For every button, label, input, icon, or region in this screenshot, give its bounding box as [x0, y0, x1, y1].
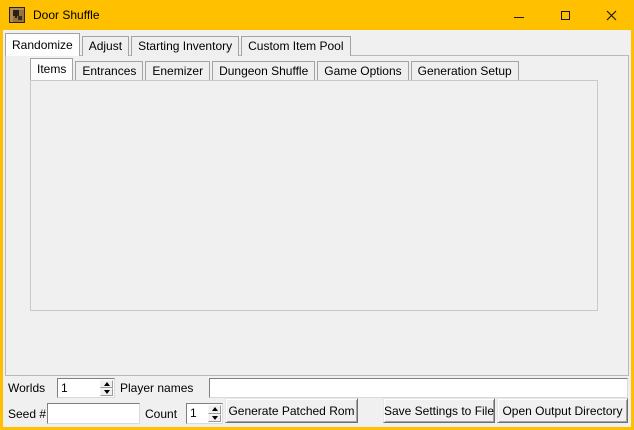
spin-down-icon[interactable] [208, 414, 221, 423]
tab-custom-item-pool[interactable]: Custom Item Pool [241, 36, 350, 56]
close-button[interactable] [588, 0, 634, 30]
window-title: Door Shuffle [33, 8, 100, 22]
generate-patched-rom-button[interactable]: Generate Patched Rom [225, 398, 358, 423]
worlds-label: Worlds [8, 381, 45, 395]
tab-enemizer[interactable]: Enemizer [145, 61, 210, 80]
player-names-label: Player names [120, 381, 193, 395]
tab-dungeon-shuffle[interactable]: Dungeon Shuffle [212, 61, 315, 80]
caption-buttons [496, 0, 634, 30]
close-icon [606, 10, 617, 21]
seed-input[interactable] [47, 403, 140, 424]
spin-up-icon[interactable] [208, 405, 221, 414]
spin-up-icon[interactable] [100, 380, 113, 388]
tab-randomize[interactable]: Randomize [5, 33, 80, 56]
door-icon [9, 7, 25, 23]
tab-items[interactable]: Items [30, 58, 73, 80]
titlebar: Door Shuffle [0, 0, 634, 30]
player-names-input[interactable] [209, 378, 628, 398]
minimize-icon [514, 17, 524, 18]
tab-generation-setup[interactable]: Generation Setup [411, 61, 519, 80]
main-tab-bar: Randomize Adjust Starting Inventory Cust… [5, 33, 353, 56]
count-label: Count [145, 407, 177, 421]
minimize-button[interactable] [496, 0, 542, 30]
seed-label: Seed # [8, 407, 46, 421]
sub-tab-bar: Items Entrances Enemizer Dungeon Shuffle… [30, 58, 521, 80]
items-tab-panel [30, 80, 598, 311]
tab-adjust[interactable]: Adjust [82, 36, 129, 56]
app-window: Door Shuffle Randomize Adjust Starting I… [0, 0, 634, 430]
maximize-button[interactable] [542, 0, 588, 30]
spin-down-icon[interactable] [100, 388, 113, 396]
count-spinner[interactable]: 1 [186, 403, 223, 424]
client-area: Randomize Adjust Starting Inventory Cust… [3, 30, 631, 427]
maximize-icon [561, 11, 570, 20]
worlds-spinner[interactable]: 1 [57, 378, 115, 398]
open-output-directory-button[interactable]: Open Output Directory [497, 398, 628, 423]
tab-starting-inventory[interactable]: Starting Inventory [131, 36, 239, 56]
tab-entrances[interactable]: Entrances [75, 61, 143, 80]
tab-game-options[interactable]: Game Options [317, 61, 408, 80]
save-settings-button[interactable]: Save Settings to File [383, 398, 495, 423]
